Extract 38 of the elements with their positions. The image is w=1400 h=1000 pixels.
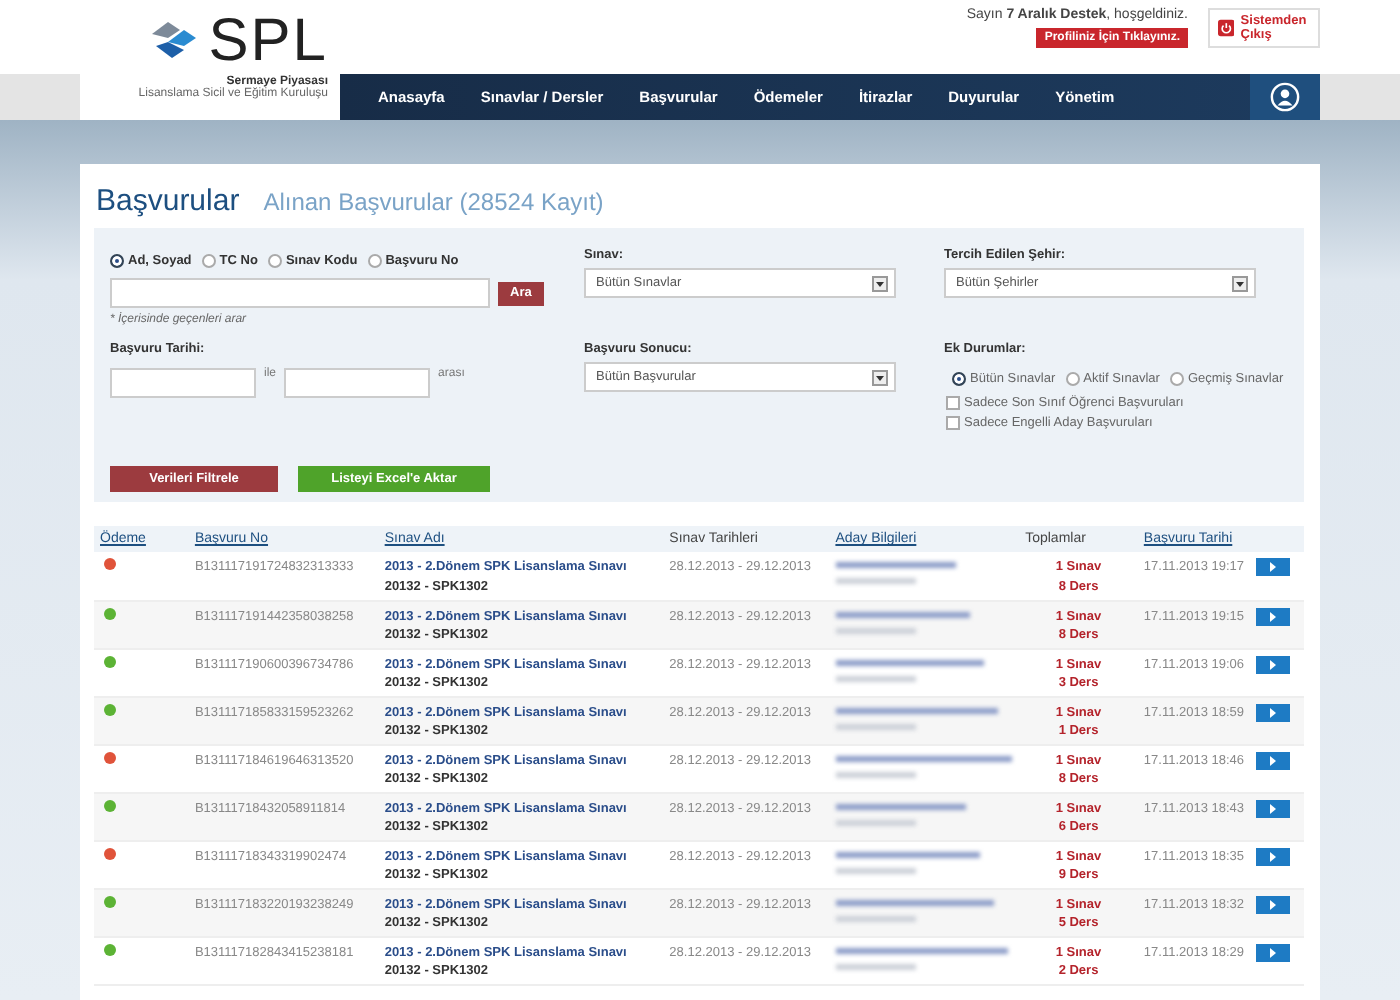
start-date-field[interactable] xyxy=(110,368,256,398)
detail-button[interactable] xyxy=(1256,847,1291,865)
play-icon xyxy=(1268,803,1279,813)
detail-button[interactable] xyxy=(1256,943,1291,961)
logo-text: SPL xyxy=(208,12,328,72)
play-icon xyxy=(1268,851,1279,861)
end-date-field[interactable] xyxy=(284,368,431,398)
user-icon xyxy=(1270,82,1300,112)
detail-button[interactable] xyxy=(1256,799,1291,817)
redacted-id xyxy=(835,867,916,873)
dropdown-caret-icon xyxy=(872,369,888,385)
play-icon xyxy=(1268,707,1279,717)
redacted-name xyxy=(835,562,956,568)
detail-button[interactable] xyxy=(1256,558,1291,576)
play-icon xyxy=(1268,562,1279,572)
redacted-id xyxy=(835,578,916,584)
detail-button[interactable] xyxy=(1256,655,1291,673)
play-icon xyxy=(1268,947,1279,957)
redacted-name xyxy=(835,803,966,809)
redacted-id xyxy=(835,963,916,969)
user-button[interactable] xyxy=(1250,74,1320,120)
redacted-id xyxy=(835,771,916,777)
redacted-name xyxy=(835,611,970,617)
dropdown-caret-icon xyxy=(872,275,888,291)
redacted-id xyxy=(835,675,916,681)
search-field[interactable] xyxy=(110,278,490,308)
play-icon xyxy=(1268,755,1279,765)
play-icon xyxy=(1268,899,1279,909)
detail-button[interactable] xyxy=(1256,607,1291,625)
play-icon xyxy=(1268,659,1279,669)
detail-button[interactable] xyxy=(1256,751,1291,769)
detail-button[interactable] xyxy=(1256,895,1291,913)
detail-button[interactable] xyxy=(1256,703,1291,721)
dropdown-caret-icon xyxy=(1232,275,1248,291)
play-icon xyxy=(1268,611,1279,621)
page-title: Başvurular xyxy=(96,184,240,218)
power-icon xyxy=(1218,16,1235,40)
page-subtitle: Alınan Başvurular (28524 Kayıt) xyxy=(263,188,604,216)
